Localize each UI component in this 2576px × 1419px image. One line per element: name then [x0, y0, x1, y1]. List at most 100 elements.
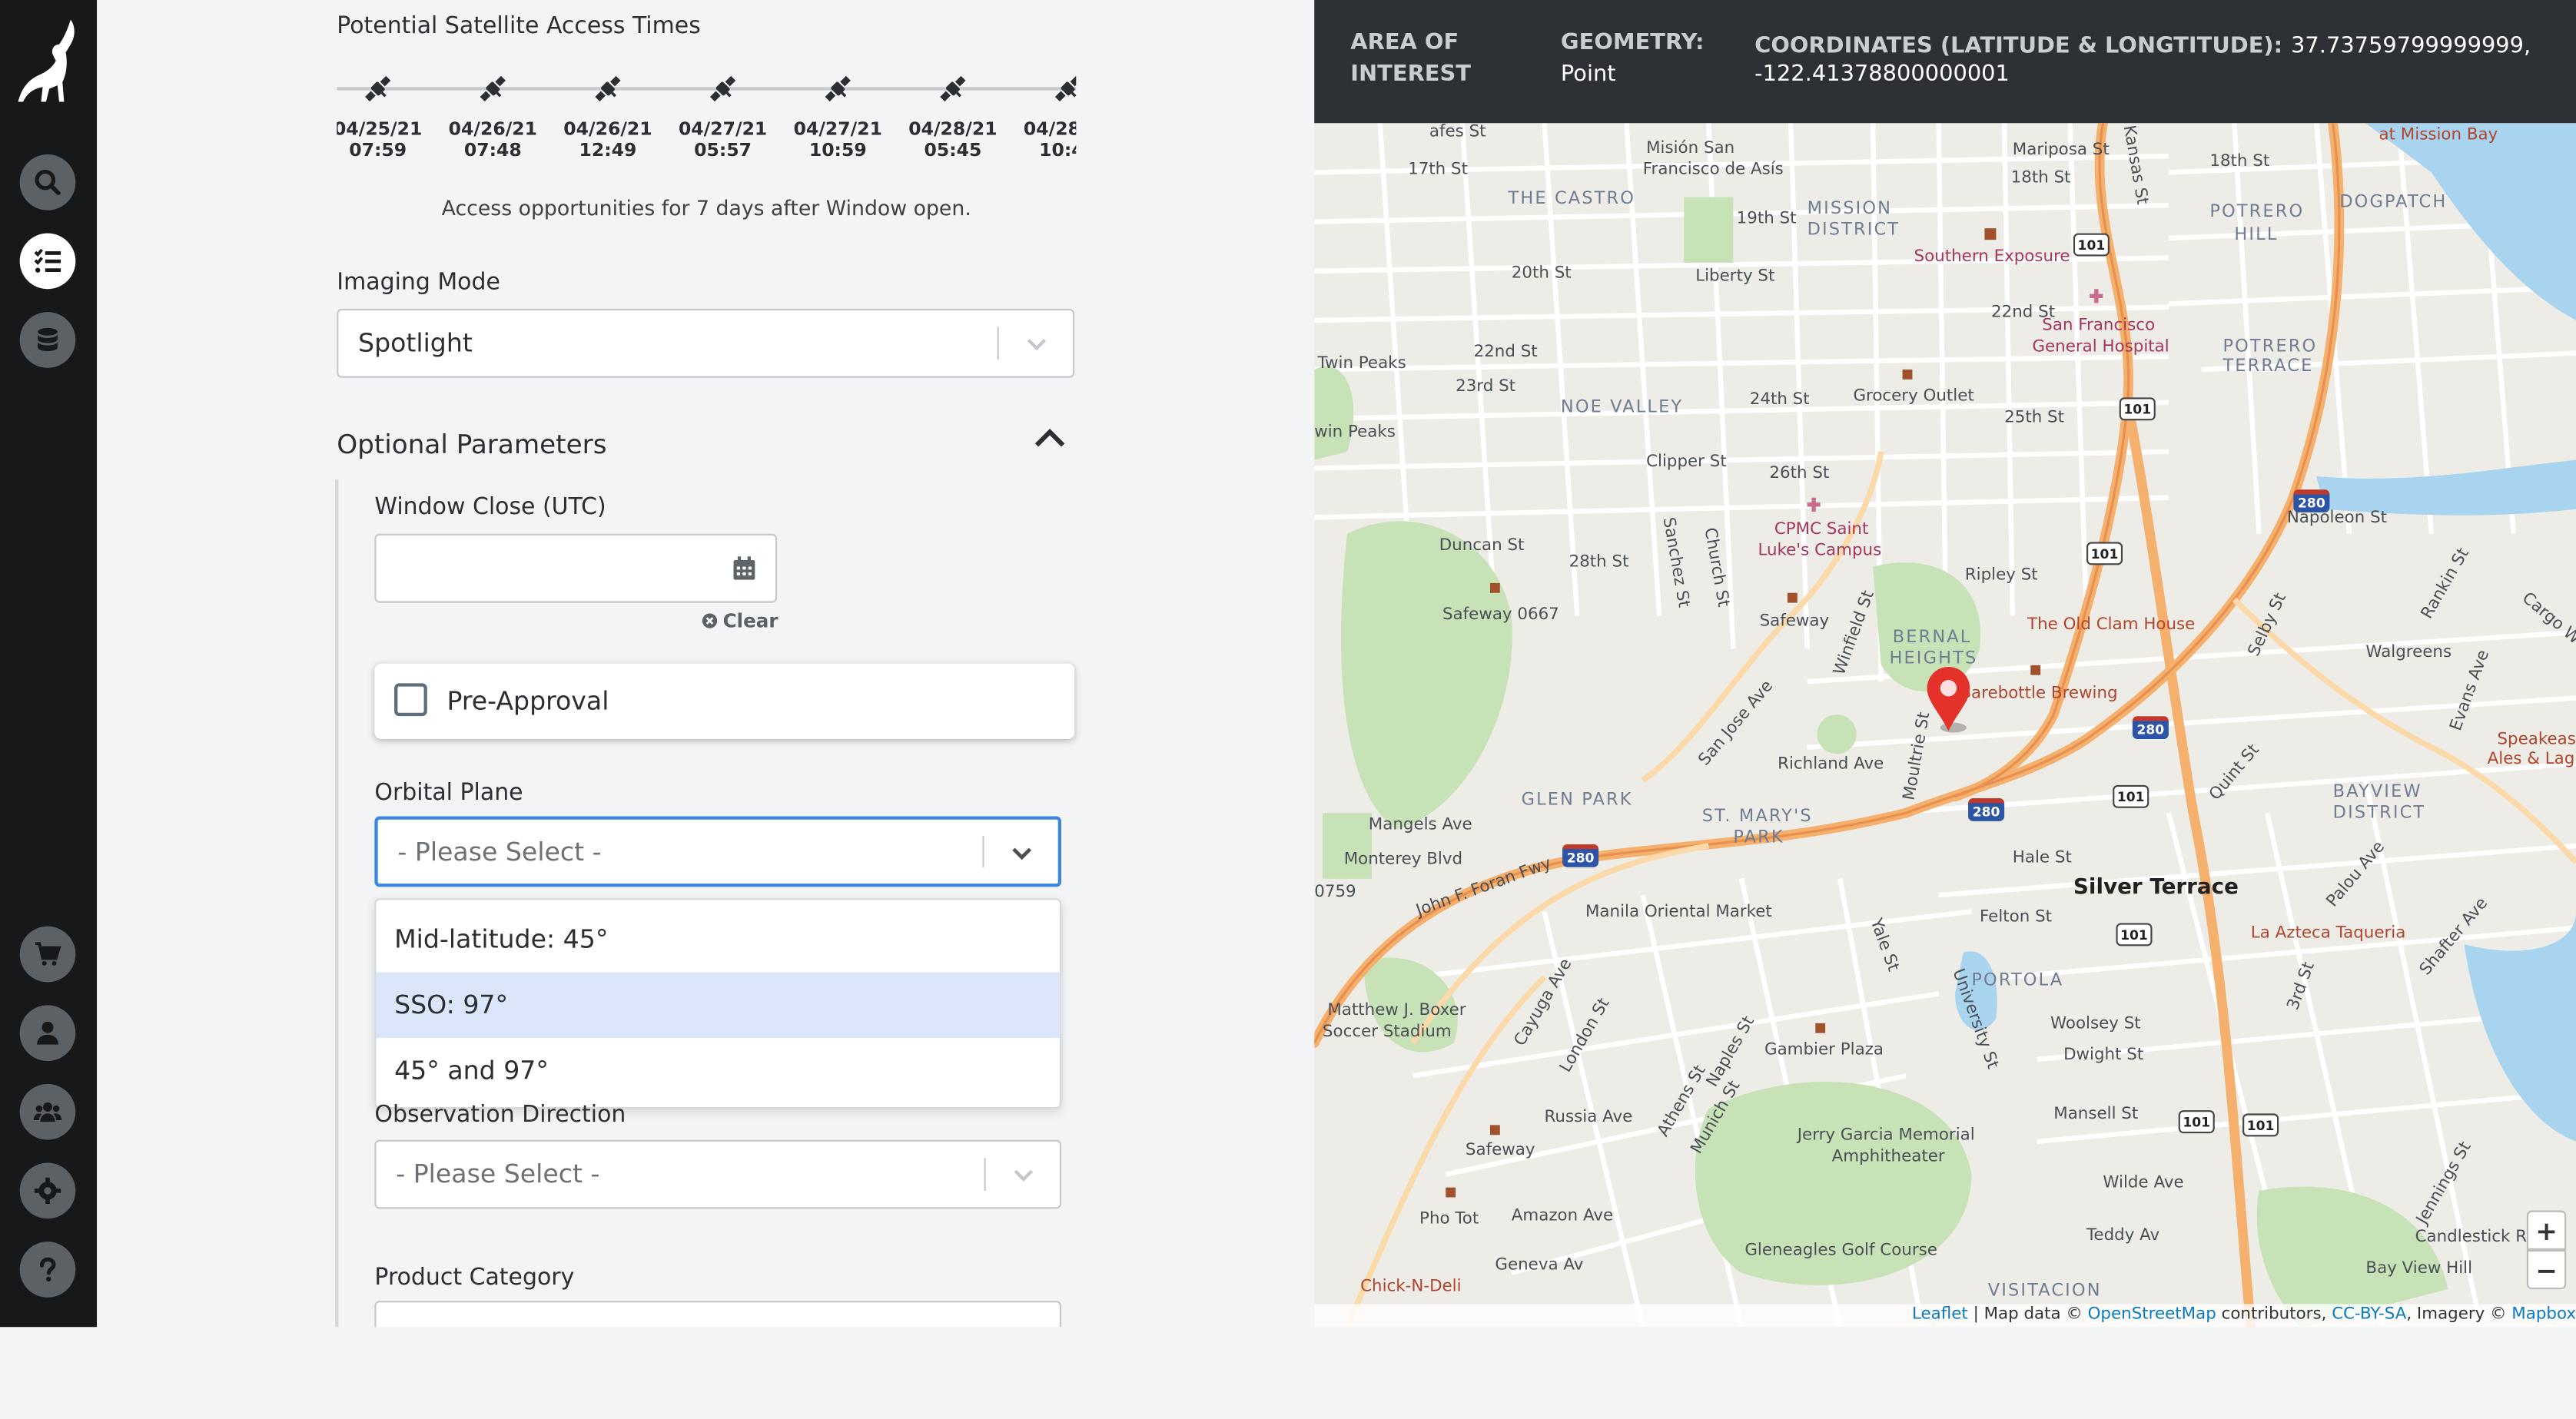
observation-direction-select[interactable]: - Please Select -	[374, 1139, 1062, 1209]
satellite-icon	[940, 75, 966, 102]
satellite-icon	[365, 75, 391, 102]
poi-label: Ales & Lag	[2487, 750, 2575, 769]
select-separator	[982, 836, 984, 867]
access-time-item[interactable]: 04/28/21 05:45	[908, 72, 998, 161]
street-label: Monterey Blvd	[1343, 850, 1463, 869]
leaflet-link[interactable]: Leaflet	[1912, 1306, 1968, 1325]
satellite-icon	[825, 75, 851, 102]
access-time: 07:59	[349, 139, 407, 161]
street-label: Russia Ave	[1544, 1109, 1633, 1127]
street-label: Felton St	[1980, 908, 2053, 927]
coordinates-label: COORDINATES (LATITUDE & LONGTITUDE):	[1754, 32, 2283, 59]
geometry-label: GEOMETRY:	[1560, 29, 1705, 56]
satellite-icon	[710, 75, 736, 102]
poi-label: Amphitheater	[1831, 1148, 1945, 1166]
street-label: Amazon Ave	[1511, 1207, 1614, 1225]
window-close-input[interactable]	[374, 533, 778, 603]
pre-approval-checkbox[interactable]	[394, 683, 427, 717]
cc-link[interactable]: CC-BY-SA	[2332, 1306, 2406, 1325]
poi-label: Barebottle Brewing	[1960, 685, 2118, 703]
sidebar-account-button[interactable]	[19, 1005, 76, 1062]
highway-shield-icon: 101	[2119, 397, 2156, 421]
zoom-in-button[interactable]: +	[2526, 1210, 2567, 1250]
mapbox-link[interactable]: Mapbox	[2511, 1306, 2576, 1325]
option-sso[interactable]: SSO: 97°	[376, 972, 1060, 1039]
street-label: 26th St	[1769, 464, 1830, 483]
poi-label: Safeway	[1759, 612, 1830, 631]
street-label: 28th St	[1569, 553, 1629, 572]
sidebar-cart-button[interactable]	[19, 926, 76, 983]
district-label: PARK	[1733, 827, 1784, 848]
map-attribution: Leaflet | Map data © OpenStreetMap contr…	[1314, 1304, 2576, 1328]
attribution-text: , Imagery ©	[2406, 1305, 2512, 1325]
access-date: 04/28/21	[908, 118, 998, 140]
database-icon	[38, 327, 58, 352]
poi-label: Matthew J. Boxer	[1327, 1002, 1466, 1020]
access-time-item[interactable]: 04/27/21 10:59	[794, 72, 882, 161]
poi-label: at Mission Bay	[2378, 126, 2498, 145]
poi-label: Speakeas	[2497, 731, 2576, 749]
coordinates-value-lat: 37.73759799999999,	[2291, 32, 2531, 59]
access-time-item[interactable]: 04/27/21 05:57	[679, 72, 767, 161]
help-icon	[39, 1257, 56, 1282]
poi-label: Manila Oriental Market	[1585, 903, 1772, 922]
poi-label: Pho Tot	[1419, 1210, 1479, 1229]
sidebar-help-button[interactable]	[19, 1242, 76, 1298]
street-label: Twin Peaks	[1317, 354, 1406, 373]
sidebar-team-button[interactable]	[19, 1083, 76, 1140]
sidebar-tasks-button[interactable]	[19, 233, 76, 290]
antelope-logo-icon[interactable]	[13, 16, 82, 108]
gear-icon	[34, 1177, 61, 1205]
poi-label: Gambier Plaza	[1764, 1041, 1884, 1059]
access-time-item[interactable]: 04/26/21 12:49	[563, 72, 652, 161]
search-icon	[35, 169, 61, 195]
calendar-icon[interactable]	[731, 555, 757, 582]
osm-link[interactable]: OpenStreetMap	[2088, 1306, 2216, 1325]
pre-approval-card[interactable]: Pre-Approval	[374, 663, 1075, 740]
chevron-up-icon[interactable]	[1032, 422, 1068, 455]
highway-shield-icon: 101	[2178, 1110, 2215, 1134]
sidebar-settings-button[interactable]	[19, 1162, 76, 1219]
poi-label: La Azteca Taqueria	[2250, 924, 2406, 943]
option-both[interactable]: 45° and 97°	[377, 1038, 1060, 1104]
street-label: Mansell St	[2053, 1105, 2139, 1124]
interstate-shield-icon: 280	[1968, 797, 2005, 821]
sidebar-database-button[interactable]	[19, 312, 76, 368]
street-label: 18th St	[2209, 152, 2270, 171]
imaging-mode-select[interactable]: Spotlight	[337, 308, 1075, 378]
access-time-item[interactable]: 04/28/2110:47	[1024, 72, 1077, 161]
chevron-down-icon	[1027, 339, 1047, 351]
product-category-select[interactable]	[374, 1301, 1062, 1328]
location-marker-icon[interactable]	[1924, 665, 1973, 734]
street-label: 0759	[1314, 884, 1356, 902]
access-time: 10:47	[1039, 139, 1076, 161]
district-label: BAYVIEW	[2332, 781, 2422, 802]
poi-label: Grocery Outlet	[1853, 387, 1974, 406]
interstate-shield-icon: 280	[1562, 844, 1599, 867]
access-date: 04/25/21	[337, 118, 423, 140]
optional-section-bar	[335, 479, 339, 1328]
clear-date-button[interactable]: Clear	[702, 609, 778, 632]
orbital-plane-select[interactable]: - Please Select -	[374, 816, 1062, 887]
street-label: Mariposa St	[2012, 141, 2110, 160]
street-label: Geneva Av	[1495, 1256, 1584, 1275]
highway-shield-icon: 101	[2116, 923, 2153, 947]
district-label: HILL	[2234, 224, 2279, 245]
highway-shield-icon: 101	[2073, 233, 2110, 257]
access-time-item[interactable]: 04/25/21 07:59	[337, 72, 422, 161]
street-label: Teddy Av	[2086, 1226, 2160, 1245]
clear-label: Clear	[722, 609, 778, 633]
poi-label: San Francisco	[2042, 317, 2156, 336]
poi-label: Jerry Garcia Memorial	[1797, 1126, 1975, 1145]
poi-label: Misión San	[1646, 139, 1735, 158]
zoom-out-button[interactable]: −	[2526, 1249, 2567, 1290]
user-icon	[37, 1021, 58, 1045]
neighborhood-label: Silver Terrace	[2073, 875, 2239, 900]
chevron-down-icon	[1014, 1169, 1034, 1182]
sidebar-search-button[interactable]	[19, 154, 76, 211]
highway-shield-icon: 101	[2086, 542, 2123, 565]
access-time-item[interactable]: 04/26/21 07:48	[449, 72, 537, 161]
option-mid-latitude[interactable]: Mid-latitude: 45°	[377, 907, 1060, 973]
street-label: 24th St	[1749, 390, 1810, 409]
poi-label: Walgreens	[2365, 644, 2452, 662]
